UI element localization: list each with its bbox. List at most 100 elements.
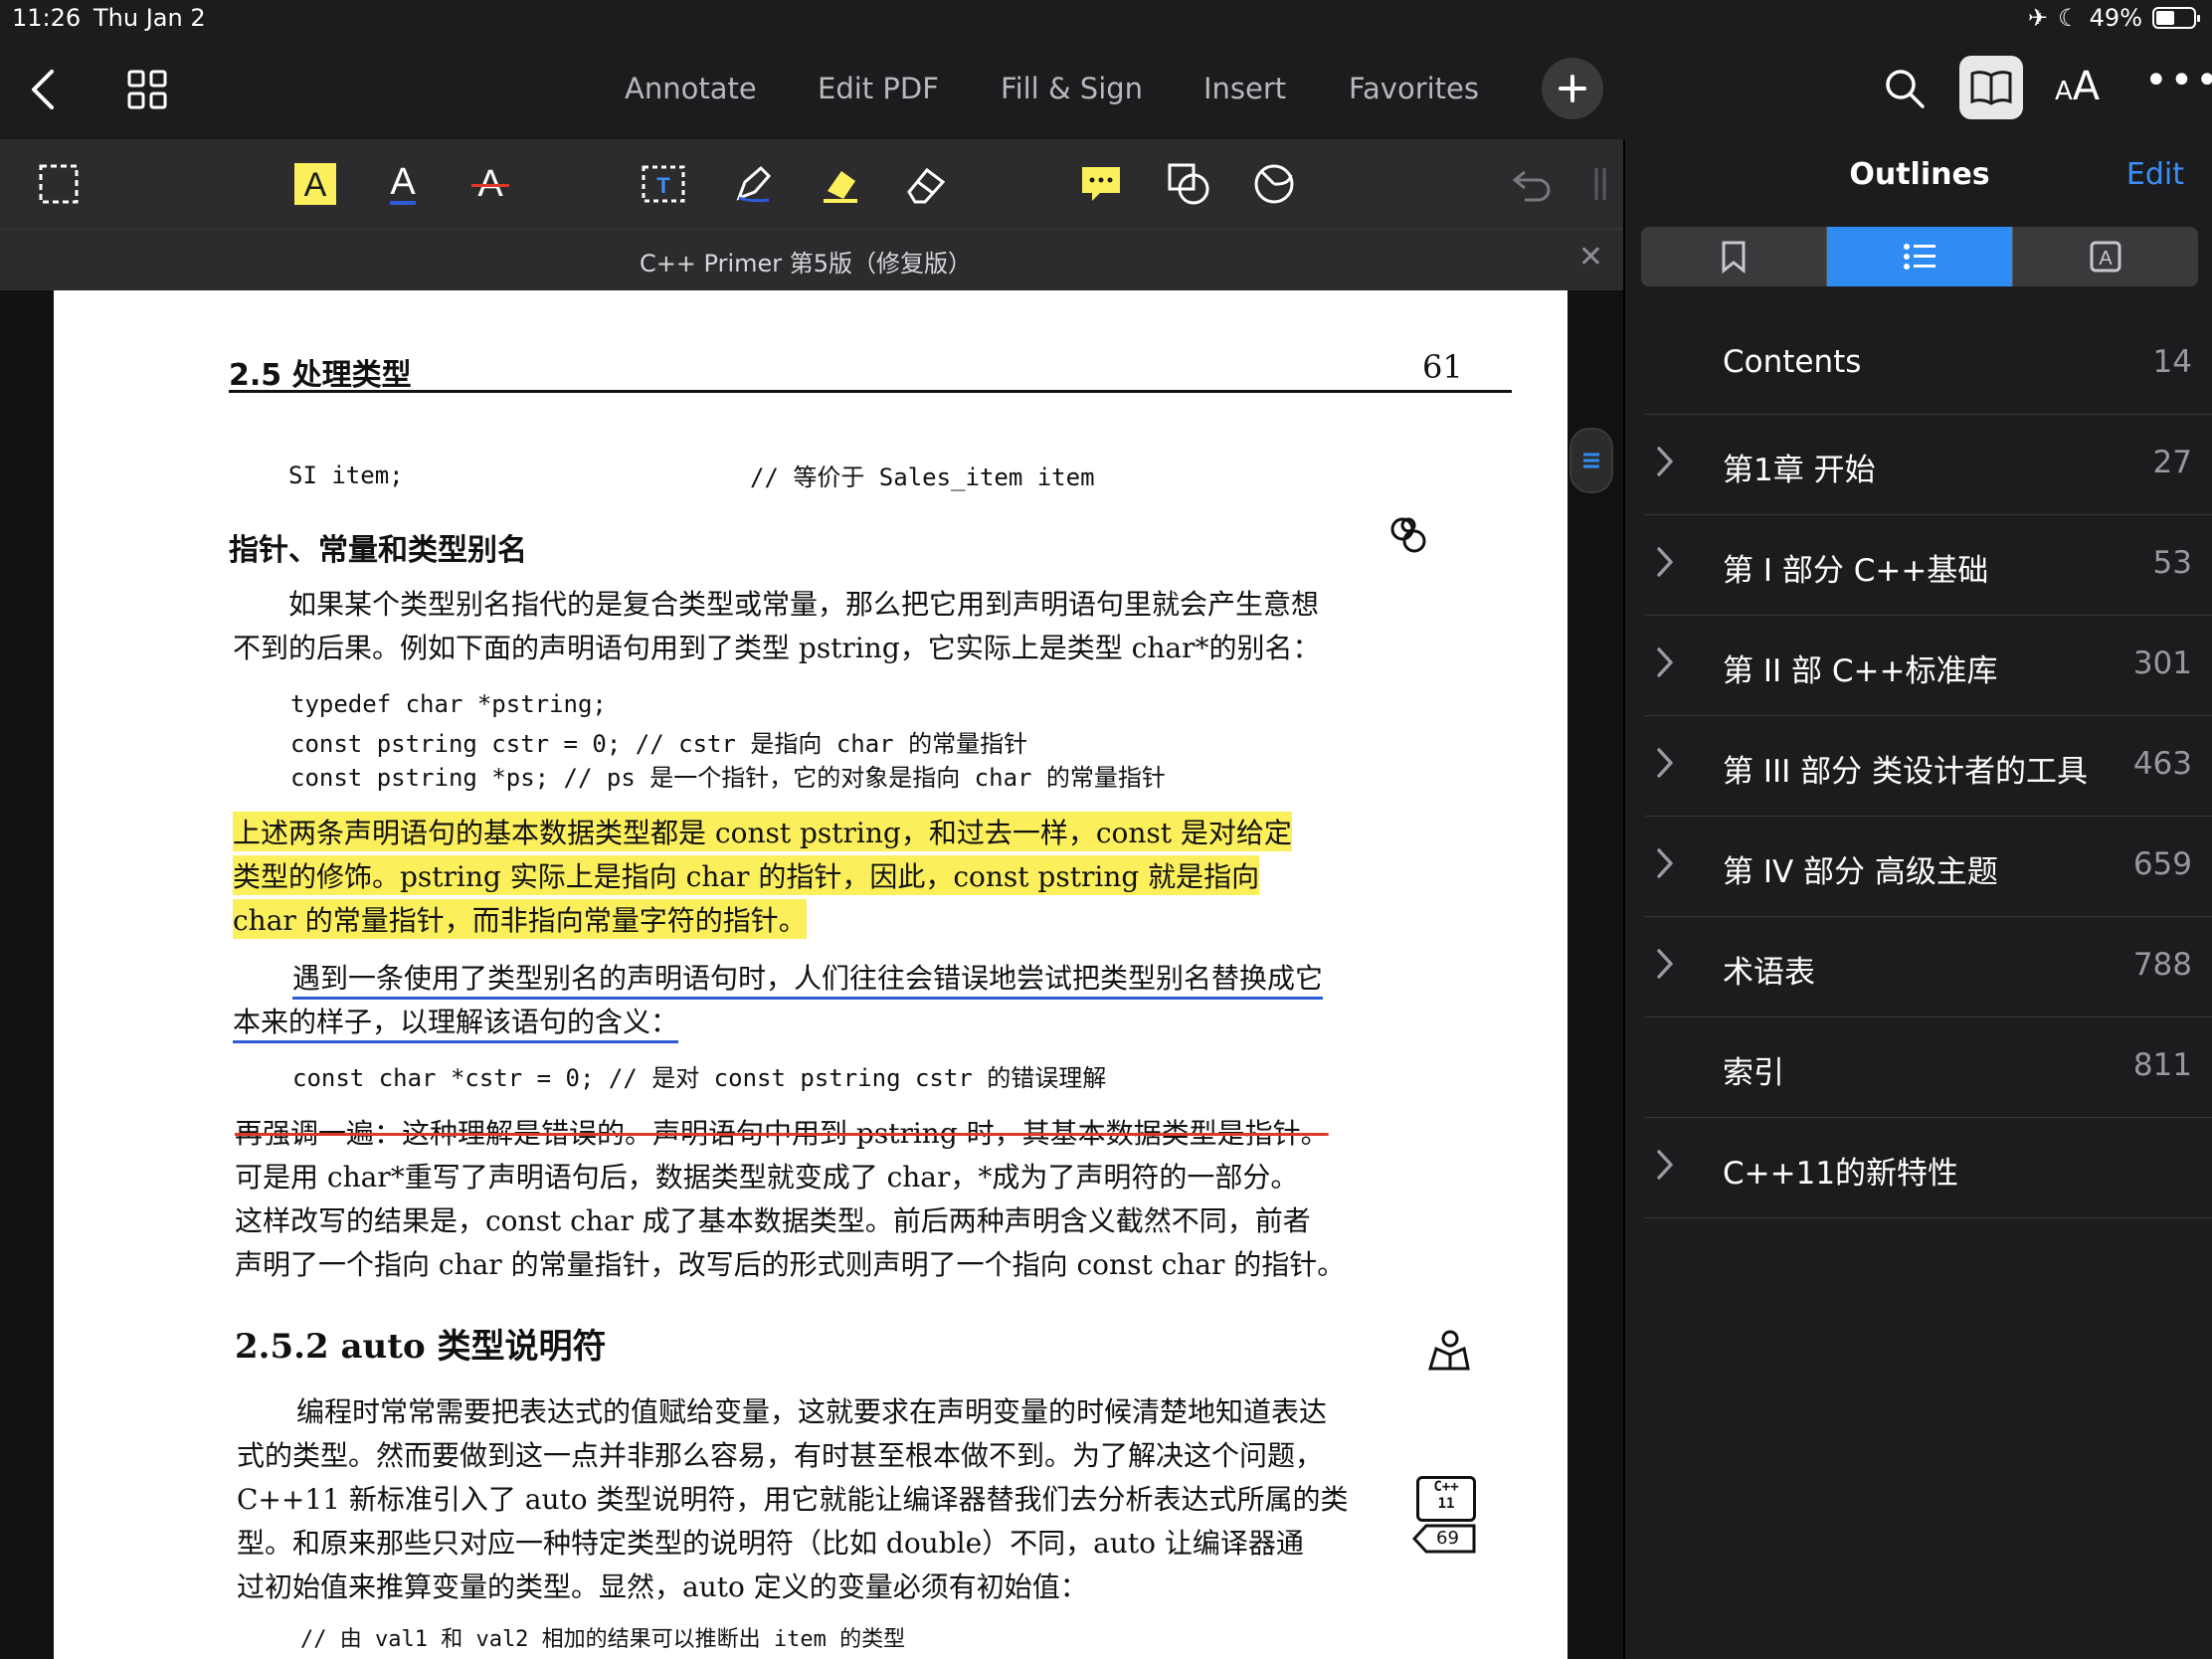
code-comment: // 由 val1 和 val2 相加的结果可以推断出 item 的类型 bbox=[300, 1627, 906, 1652]
bookmarks-tab[interactable] bbox=[1641, 227, 1826, 286]
outline-item-label: 索引 bbox=[1723, 1055, 1784, 1091]
back-icon[interactable] bbox=[26, 68, 62, 115]
outline-item[interactable]: 第 II 部 C++标准库 301 bbox=[1645, 616, 2212, 716]
outline-item-label: 第 III 部分 类设计者的工具 bbox=[1723, 754, 2088, 790]
body-text: 这样改写的结果是，const char 成了基本数据类型。前后两种声明含义截然不… bbox=[235, 1204, 1311, 1237]
tab-annotate[interactable]: Annotate bbox=[625, 72, 757, 105]
body-text: 型。和原来那些只对应一种特定类型的说明符（比如 double）不同，auto 让… bbox=[237, 1527, 1304, 1560]
select-icon[interactable] bbox=[34, 159, 84, 209]
pen-icon[interactable] bbox=[728, 159, 778, 209]
outline-item-label: Contents bbox=[1723, 344, 1862, 380]
font-size-button[interactable]: AA bbox=[2055, 64, 2100, 109]
outline-item[interactable]: 第 IV 部分 高级主题 659 bbox=[1645, 817, 2212, 917]
underlined-text[interactable]: 遇到一条使用了类型别名的声明语句时，人们往往会错误地尝试把类型别名替换成它 bbox=[292, 957, 1324, 1000]
add-button[interactable] bbox=[1542, 58, 1603, 119]
code-comment: // 等价于 Sales_item item bbox=[750, 463, 1095, 491]
airplane-icon: ✈ bbox=[2028, 4, 2049, 32]
body-text: 如果某个类型别名指代的是复合类型或常量，那么把它用到声明语句里就会产生意想 bbox=[288, 588, 1320, 621]
plus-icon bbox=[1559, 75, 1586, 102]
outline-item[interactable]: 第1章 开始 27 bbox=[1645, 415, 2212, 515]
text-box-icon[interactable]: T bbox=[639, 159, 688, 209]
comment-icon[interactable] bbox=[1076, 159, 1126, 209]
more-icon[interactable]: ••• bbox=[2144, 58, 2212, 103]
tab-fill-sign[interactable]: Fill & Sign bbox=[1001, 72, 1143, 105]
eraser-icon[interactable] bbox=[901, 159, 951, 209]
outline-item[interactable]: C++11的新特性 bbox=[1645, 1118, 2212, 1218]
chevron-right-icon[interactable] bbox=[1655, 846, 1675, 884]
chevron-right-icon[interactable] bbox=[1655, 545, 1675, 583]
outline-item-page: 27 bbox=[2152, 445, 2192, 480]
tab-favorites[interactable]: Favorites bbox=[1349, 72, 1479, 105]
page-ref: 69 bbox=[1436, 1528, 1459, 1549]
highlighted-text[interactable]: char 的常量指针，而非指向常量字符的指针。 bbox=[233, 899, 807, 939]
status-date: Thu Jan 2 bbox=[93, 4, 206, 32]
outline-item-label: 第 I 部分 C++基础 bbox=[1723, 553, 1989, 589]
outline-item[interactable]: 索引 811 bbox=[1645, 1017, 2212, 1118]
header-rule bbox=[229, 390, 1512, 393]
status-right: ✈ ☾ 49% bbox=[2028, 4, 2200, 32]
moon-icon: ☾ bbox=[2058, 4, 2080, 32]
annotation-toolbar: A A A T bbox=[0, 139, 1623, 229]
highlighted-text[interactable]: 上述两条声明语句的基本数据类型都是 const pstring，和过去一样，co… bbox=[233, 812, 1292, 851]
tab-insert[interactable]: Insert bbox=[1203, 72, 1286, 105]
chevron-right-icon[interactable] bbox=[1655, 1148, 1675, 1186]
code-line: SI item; bbox=[288, 461, 404, 489]
document-tab-bar: C++ Primer 第5版（修复版） ✕ bbox=[0, 229, 1623, 291]
undo-icon[interactable] bbox=[1508, 159, 1558, 209]
code-line: const pstring cstr = 0; // cstr 是指向 char… bbox=[290, 730, 1028, 758]
outline-item-page: 53 bbox=[2152, 545, 2192, 581]
chevron-right-icon[interactable] bbox=[1655, 746, 1675, 784]
reading-mode-button[interactable] bbox=[1959, 56, 2023, 119]
underline-text-icon[interactable]: A bbox=[378, 159, 428, 209]
outline-item[interactable]: Contents 14 bbox=[1645, 314, 2212, 415]
status-bar: 11:26 Thu Jan 2 ✈ ☾ 49% bbox=[0, 0, 2212, 40]
tab-edit-pdf[interactable]: Edit PDF bbox=[818, 72, 939, 105]
scroll-handle[interactable] bbox=[1569, 428, 1613, 493]
bookmark-icon bbox=[1722, 241, 1746, 274]
shapes-icon[interactable] bbox=[1164, 159, 1213, 209]
strikethrough-text[interactable]: 再强调一遍：这种理解是错误的。声明语句中用到 pstring 时，其基本数据类型… bbox=[235, 1112, 1329, 1152]
outline-item-label: 第1章 开始 bbox=[1723, 453, 1876, 488]
annotations-tab[interactable]: A bbox=[2013, 227, 2198, 286]
outline-item-page: 659 bbox=[2132, 846, 2192, 882]
edit-button[interactable]: Edit bbox=[2126, 157, 2184, 192]
outline-item[interactable]: 第 III 部分 类设计者的工具 463 bbox=[1645, 716, 2212, 817]
battery-icon bbox=[2152, 7, 2200, 29]
body-text: C++11 新标准引入了 auto 类型说明符，用它就能让编译器替我们去分析表达… bbox=[237, 1483, 1349, 1516]
section-header: 2.5 处理类型 bbox=[229, 358, 412, 393]
top-nav: Annotate Edit PDF Fill & Sign Insert Fav… bbox=[0, 40, 2212, 139]
strikethrough-text-icon[interactable]: A bbox=[465, 159, 515, 209]
chevron-right-icon[interactable] bbox=[1655, 645, 1675, 683]
document-title[interactable]: C++ Primer 第5版（修复版） bbox=[0, 244, 1611, 278]
outline-item-label: 第 IV 部分 高级主题 bbox=[1723, 854, 1998, 890]
chevron-right-icon[interactable] bbox=[1655, 947, 1675, 985]
pdf-page[interactable]: 2.5 处理类型 61 SI item; // 等价于 Sales_item i… bbox=[54, 290, 1567, 1659]
section-heading: 2.5.2 auto 类型说明符 bbox=[235, 1327, 607, 1367]
measure-icon[interactable] bbox=[1249, 159, 1299, 209]
page-number: 61 bbox=[1422, 348, 1463, 386]
document-viewer[interactable]: 2.5 处理类型 61 SI item; // 等价于 Sales_item i… bbox=[0, 290, 1623, 1659]
margin-note-icon bbox=[1388, 513, 1428, 561]
outlines-tab[interactable] bbox=[1827, 227, 2012, 286]
outline-item-label: 第 II 部 C++标准库 bbox=[1723, 653, 1998, 689]
outline-item[interactable]: 术语表 788 bbox=[1645, 917, 2212, 1017]
close-icon[interactable]: ✕ bbox=[1578, 240, 1603, 275]
page-ref-badge: 69 bbox=[1412, 1524, 1476, 1554]
highlight-text-icon[interactable]: A bbox=[290, 159, 340, 209]
toolbar-handle-icon[interactable] bbox=[1575, 159, 1625, 209]
body-text: 编程时常常需要把表达式的值赋给变量，这就要求在声明变量的时候清楚地知道表达 bbox=[296, 1395, 1328, 1428]
outline-item-page: 463 bbox=[2132, 746, 2192, 782]
list-icon bbox=[1583, 453, 1599, 468]
grid-icon[interactable] bbox=[127, 70, 167, 113]
search-icon[interactable] bbox=[1884, 68, 1926, 113]
highlighter-icon[interactable] bbox=[816, 159, 865, 209]
body-text: 不到的后果。例如下面的声明语句用到了类型 pstring，它实际上是类型 cha… bbox=[233, 632, 1321, 664]
underlined-text[interactable]: 本来的样子，以理解该语句的含义： bbox=[233, 1001, 679, 1043]
outline-item[interactable]: 第 I 部分 C++基础 53 bbox=[1645, 515, 2212, 616]
subheading: 指针、常量和类型别名 bbox=[229, 533, 527, 568]
cpp11-badge: C++ 11 bbox=[1416, 1476, 1476, 1522]
chevron-right-icon[interactable] bbox=[1655, 445, 1675, 482]
body-text: 可是用 char*重写了声明语句后，数据类型就变成了 char，*成为了声明符的… bbox=[235, 1161, 1299, 1194]
highlighted-text[interactable]: 类型的修饰。pstring 实际上是指向 char 的指针，因此，const p… bbox=[233, 855, 1260, 895]
code-line: const pstring *ps; // ps 是一个指针，它的对象是指向 c… bbox=[290, 764, 1166, 792]
